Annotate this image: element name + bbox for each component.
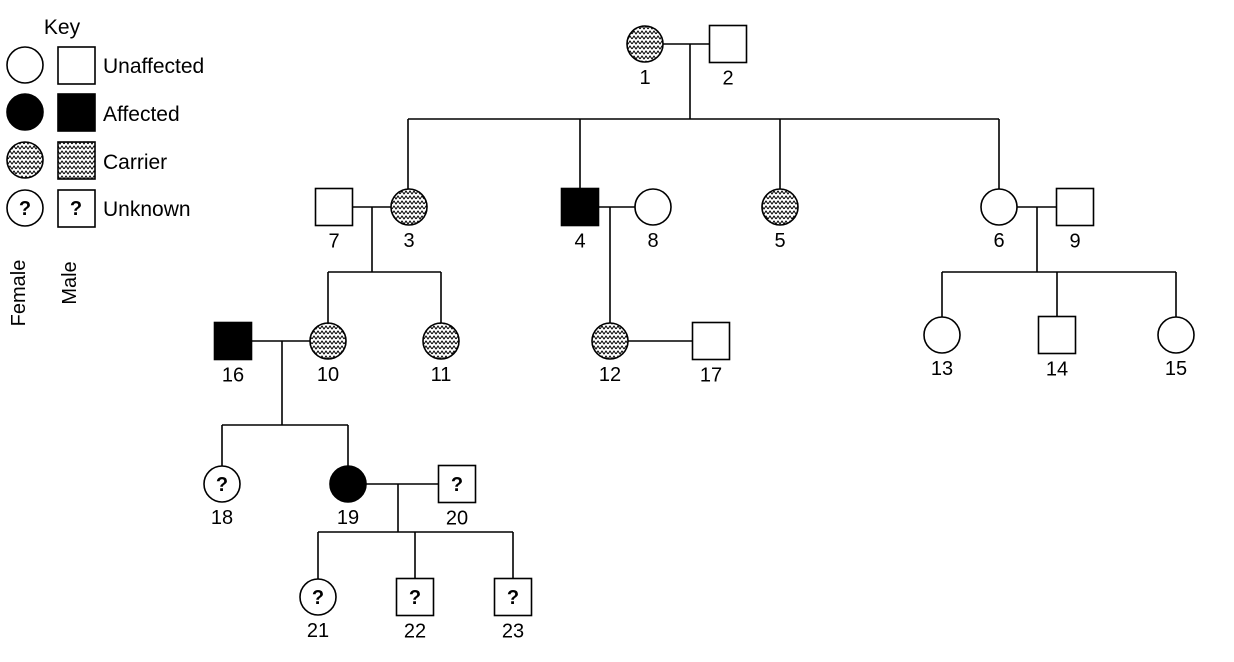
- symbol-female-unaffected-icon[interactable]: [923, 316, 961, 354]
- individual-2[interactable]: 2: [708, 24, 748, 90]
- key-label-carrier: Carrier: [103, 151, 167, 174]
- key-heading: Key: [44, 16, 81, 39]
- key-label-unaffected: Unaffected: [103, 55, 204, 78]
- individual-4[interactable]: 4: [560, 187, 600, 253]
- symbol-female-carrier-icon[interactable]: [422, 322, 460, 360]
- individual-15[interactable]: 15: [1157, 316, 1195, 380]
- unknown-status-glyph: ?: [507, 587, 519, 609]
- individual-id-label: 20: [446, 508, 468, 530]
- key-row-affected: Affected: [6, 93, 180, 132]
- individual-9[interactable]: 9: [1055, 187, 1095, 253]
- individual-21[interactable]: ? 21: [299, 578, 337, 642]
- symbol-male-unaffected-icon[interactable]: [691, 321, 731, 361]
- individual-id-label: 6: [993, 230, 1004, 252]
- symbol-male-unaffected-icon[interactable]: [314, 187, 354, 227]
- individual-3[interactable]: 3: [390, 188, 428, 252]
- individual-id-label: 21: [307, 620, 329, 642]
- key-male-carrier-icon: [57, 141, 96, 180]
- symbol-female-carrier-icon[interactable]: [761, 188, 799, 226]
- individual-id-label: 4: [574, 231, 585, 253]
- individual-6[interactable]: 6: [980, 188, 1018, 252]
- unknown-status-glyph: ?: [312, 587, 324, 609]
- individual-22[interactable]: ? 22: [395, 577, 435, 643]
- symbol-female-unaffected-icon[interactable]: [634, 188, 672, 226]
- symbol-female-carrier-icon[interactable]: [626, 25, 664, 63]
- symbol-female-carrier-icon[interactable]: [390, 188, 428, 226]
- symbol-female-affected-icon[interactable]: [329, 465, 367, 503]
- individual-id-label: 14: [1046, 359, 1068, 381]
- individual-23[interactable]: ? 23: [493, 577, 533, 643]
- key-female-unaffected-icon: [6, 46, 44, 84]
- individual-19[interactable]: 19: [329, 465, 367, 529]
- unknown-status-glyph: ?: [216, 474, 228, 496]
- individual-id-label: 16: [222, 365, 244, 387]
- individual-id-label: 12: [599, 364, 621, 386]
- key-axis-label-female: Female: [8, 260, 30, 327]
- key-male-affected-icon: [57, 93, 96, 132]
- key-label-unknown: Unknown: [103, 198, 191, 221]
- symbol-male-affected-icon[interactable]: [560, 187, 600, 227]
- individual-id-label: 11: [431, 364, 452, 386]
- key-legend: Key Unaffected Affected Carrier ? ? Unkn…: [6, 16, 204, 327]
- pedigree-chart: Key Unaffected Affected Carrier ? ? Unkn…: [0, 0, 1234, 662]
- individual-14[interactable]: 14: [1037, 315, 1077, 381]
- individual-id-label: 2: [722, 68, 733, 90]
- individual-20[interactable]: ? 20: [437, 464, 477, 530]
- key-row-carrier: Carrier: [6, 141, 167, 180]
- individuals-layer: 1 27 3 4 8 5 6 916 10 11 12 17 13 14 15?18 19?20?21?22?…: [203, 24, 1195, 643]
- symbol-female-unaffected-icon[interactable]: [1157, 316, 1195, 354]
- pedigree-canvas: Key Unaffected Affected Carrier ? ? Unkn…: [6, 16, 1195, 643]
- individual-16[interactable]: 16: [213, 321, 253, 387]
- symbol-female-carrier-icon[interactable]: [591, 322, 629, 360]
- individual-id-label: 17: [700, 365, 722, 387]
- individual-id-label: 1: [639, 67, 650, 89]
- key-male-unknown-glyph: ?: [70, 198, 82, 220]
- unknown-status-glyph: ?: [409, 587, 421, 609]
- individual-10[interactable]: 10: [309, 322, 347, 386]
- individual-id-label: 3: [403, 230, 414, 252]
- unknown-status-glyph: ?: [451, 474, 463, 496]
- key-female-affected-icon: [6, 93, 44, 131]
- key-row-unaffected: Unaffected: [6, 46, 204, 85]
- symbol-male-affected-icon[interactable]: [213, 321, 253, 361]
- individual-id-label: 9: [1069, 231, 1080, 253]
- individual-11[interactable]: 11: [422, 322, 460, 386]
- individual-12[interactable]: 12: [591, 322, 629, 386]
- key-male-unaffected-icon: [57, 46, 96, 85]
- individual-id-label: 23: [502, 621, 524, 643]
- individual-id-label: 5: [774, 230, 785, 252]
- key-axis-label-male: Male: [59, 261, 81, 304]
- key-row-unknown: ? ? Unknown: [6, 189, 191, 228]
- individual-18[interactable]: ? 18: [203, 465, 241, 529]
- individual-id-label: 19: [337, 507, 359, 529]
- individual-17[interactable]: 17: [691, 321, 731, 387]
- individual-id-label: 22: [404, 621, 426, 643]
- symbol-female-unaffected-icon[interactable]: [980, 188, 1018, 226]
- individual-id-label: 13: [931, 358, 953, 380]
- symbol-male-unaffected-icon[interactable]: [1055, 187, 1095, 227]
- individual-id-label: 10: [317, 364, 339, 386]
- individual-1[interactable]: 1: [626, 25, 664, 89]
- key-label-affected: Affected: [103, 103, 180, 126]
- key-female-unknown-glyph: ?: [19, 198, 31, 220]
- symbol-female-carrier-icon[interactable]: [309, 322, 347, 360]
- individual-5[interactable]: 5: [761, 188, 799, 252]
- individual-id-label: 8: [647, 230, 658, 252]
- key-female-carrier-icon: [6, 141, 44, 179]
- symbol-male-unaffected-icon[interactable]: [708, 24, 748, 64]
- individual-13[interactable]: 13: [923, 316, 961, 380]
- individual-7[interactable]: 7: [314, 187, 354, 253]
- individual-id-label: 18: [211, 507, 233, 529]
- individual-id-label: 15: [1165, 358, 1187, 380]
- pedigree-links: [221, 43, 1177, 579]
- individual-id-label: 7: [328, 231, 339, 253]
- individual-8[interactable]: 8: [634, 188, 672, 252]
- symbol-male-unaffected-icon[interactable]: [1037, 315, 1077, 355]
